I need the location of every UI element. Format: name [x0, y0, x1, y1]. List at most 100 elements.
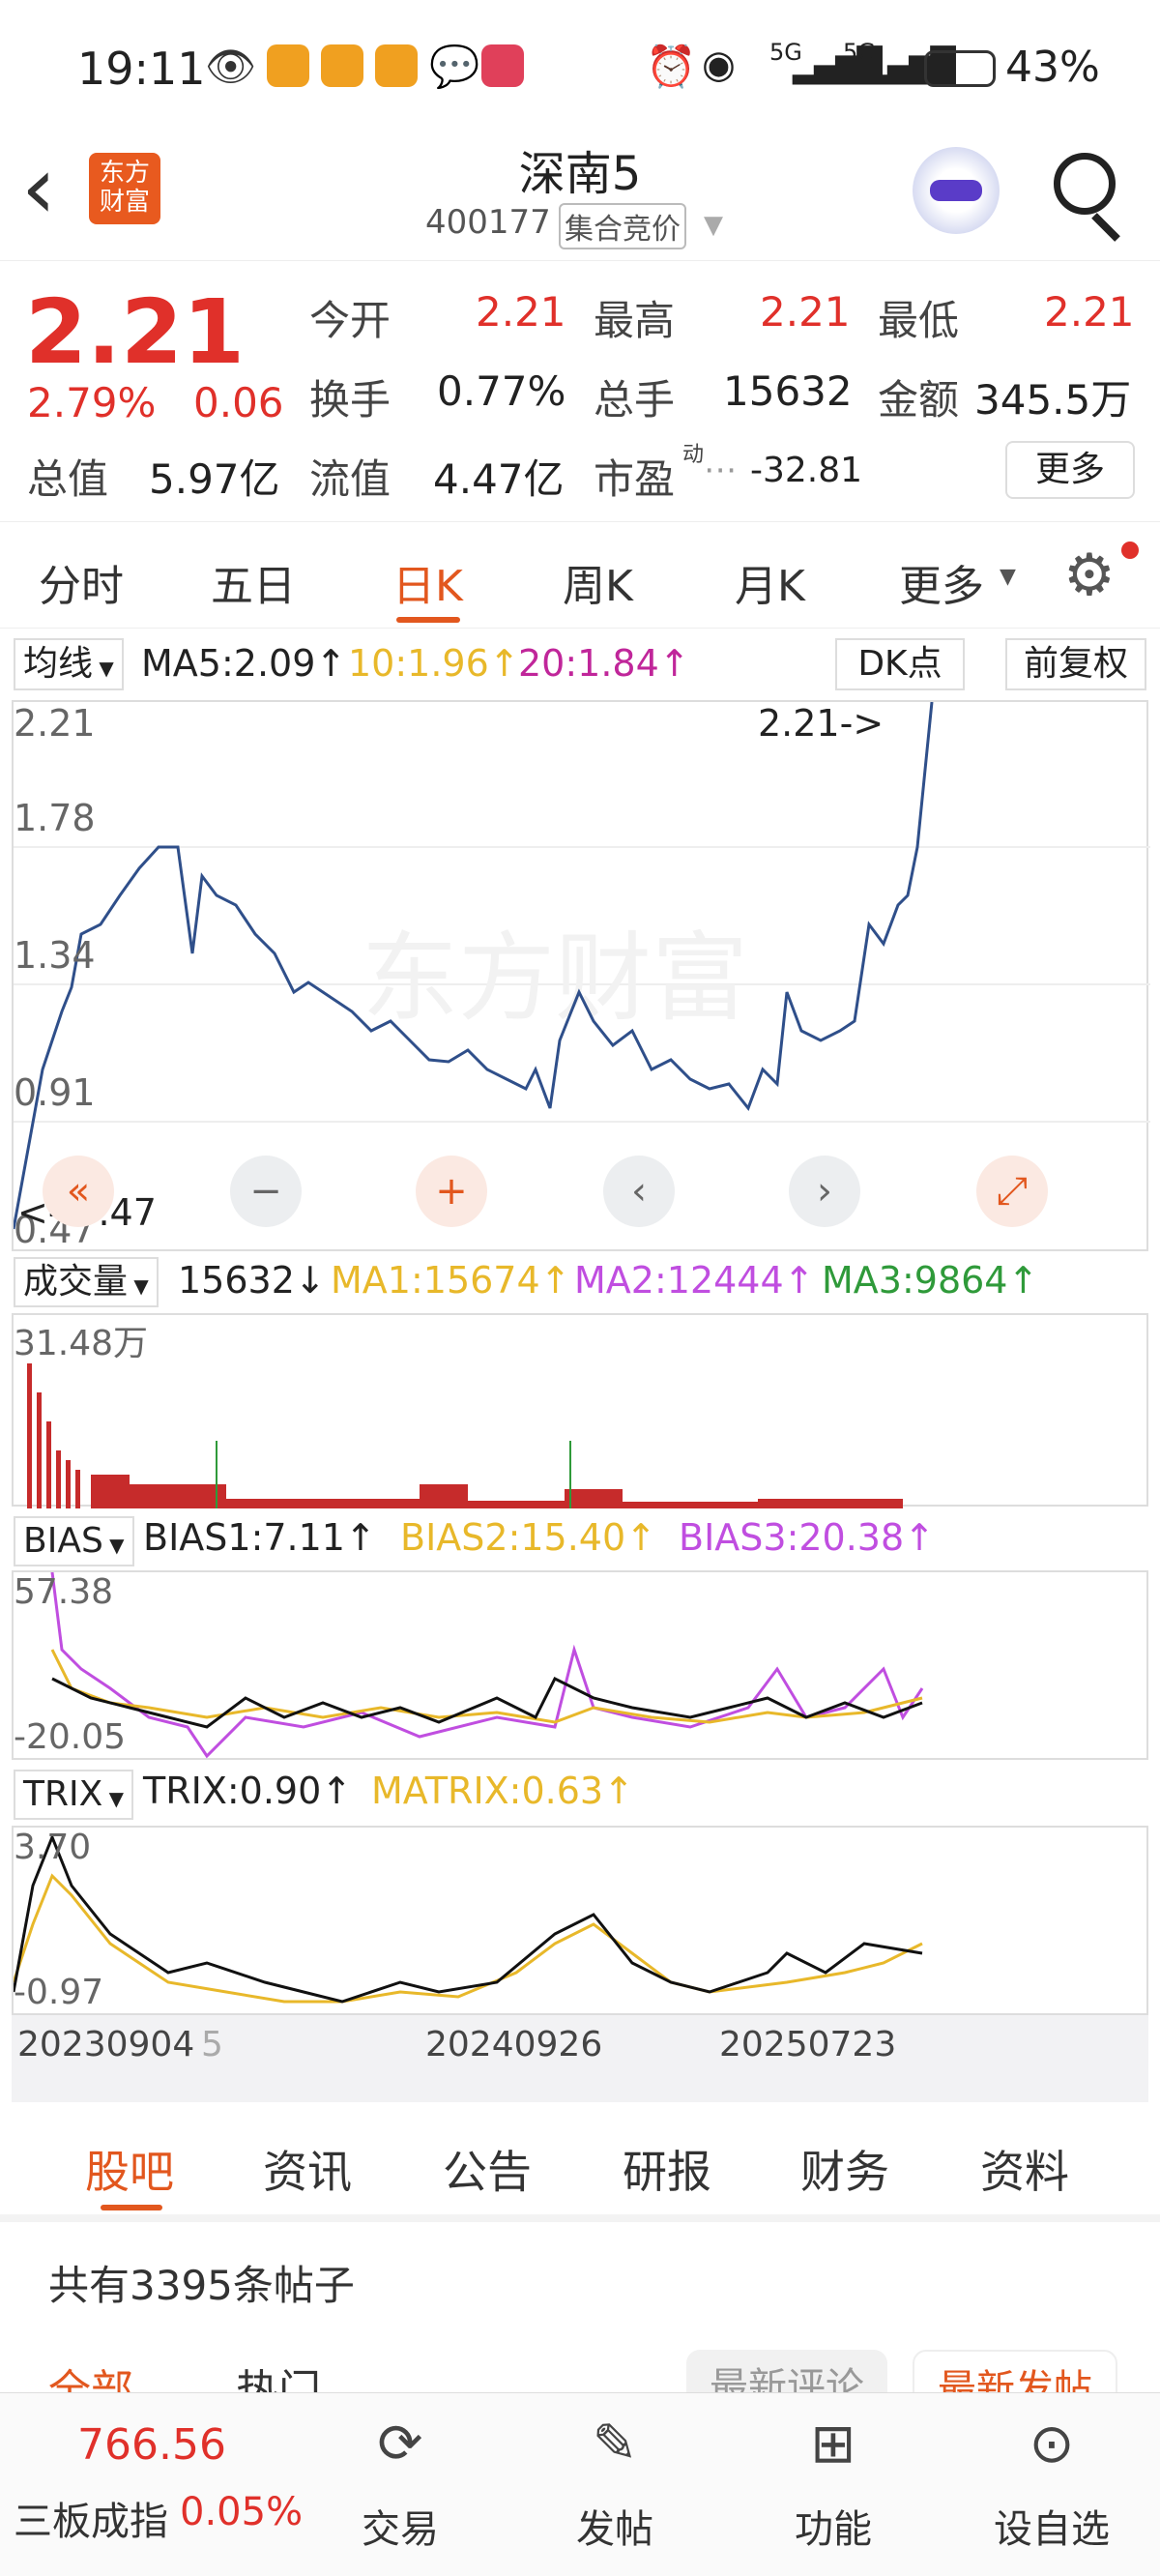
zoom-in-button[interactable]: +: [416, 1156, 487, 1227]
high-label: 最高: [594, 297, 676, 344]
caret-down-icon[interactable]: ▼: [704, 211, 723, 240]
auction-badge: 集合竞价: [559, 203, 686, 249]
quote-panel: 2.21 2.79% 0.06 今开 2.21 最高 2.21 最低 2.21 …: [0, 261, 1160, 522]
active-tab-indicator: [101, 2205, 162, 2210]
trix-plot[interactable]: 3.70 -0.97: [12, 1826, 1148, 2015]
bias2-label: BIAS2:15.40↑: [400, 1516, 656, 1559]
tab-more[interactable]: 更多: [899, 551, 984, 613]
pe-value: -32.81: [750, 451, 863, 490]
search-icon[interactable]: [1054, 153, 1116, 215]
filter-all[interactable]: 全部: [48, 2356, 133, 2392]
date-label-end: 20250723: [719, 2025, 897, 2064]
ma-selector[interactable]: 均线 ▼: [14, 638, 124, 690]
trade-button[interactable]: ⟳ 交易: [323, 2413, 478, 2554]
bias1-label: BIAS1:7.11↑: [143, 1516, 376, 1559]
ma20-label: 20:1.84↑: [518, 642, 690, 685]
turnover-value: 0.77%: [437, 367, 566, 415]
y-axis-max: 2.21: [14, 702, 96, 745]
volume-selector[interactable]: 成交量 ▼: [14, 1257, 159, 1307]
scroll-right-button[interactable]: ›: [789, 1156, 860, 1227]
adjust-button[interactable]: 前复权: [1005, 638, 1146, 690]
tab-profile[interactable]: 资料: [980, 2137, 1069, 2201]
vol-ma3: MA3:9864↑: [822, 1259, 1039, 1302]
tab-forum[interactable]: 股吧: [85, 2137, 174, 2201]
pe-dynamic-tag: 动: [682, 443, 705, 467]
battery-level: 43%: [1005, 43, 1100, 92]
high-value: 2.21: [760, 288, 851, 336]
clock: 19:11: [77, 43, 206, 95]
sort-latest-post[interactable]: 最新发帖: [913, 2350, 1117, 2392]
volume-y-max: 31.48万: [14, 1324, 149, 1363]
scroll-left-button[interactable]: ‹: [603, 1156, 675, 1227]
volume-selector-label: 成交量: [23, 1262, 129, 1302]
tab-finance[interactable]: 财务: [800, 2137, 889, 2201]
edit-icon: ✎: [592, 2413, 638, 2475]
weibo-icon: [375, 44, 418, 87]
bias-plot[interactable]: 57.38 -20.05: [12, 1570, 1148, 1760]
kline-plot[interactable]: 东方财富 2.21 1.78 1.34 0.91 0.47 2.21-> <--…: [12, 700, 1150, 1251]
video-app-icon: [481, 44, 524, 87]
robot-avatar-icon[interactable]: [913, 147, 1000, 234]
open-label: 今开: [309, 297, 392, 344]
bias-selector[interactable]: BIAS ▼: [14, 1516, 134, 1566]
functions-button[interactable]: ⊞ 功能: [756, 2413, 911, 2554]
scroll-left-fast-button[interactable]: «: [43, 1156, 114, 1227]
bias3-label: BIAS3:20.38↑: [679, 1516, 935, 1559]
trix-y-max: 3.70: [14, 1828, 92, 1867]
tab-weekly-k[interactable]: 周K: [563, 551, 633, 613]
low-value: 2.21: [1044, 288, 1135, 336]
post-button[interactable]: ✎ 发帖: [537, 2413, 692, 2554]
dk-point-button[interactable]: DK点: [835, 638, 965, 690]
open-value: 2.21: [476, 288, 566, 336]
bottom-toolbar: 766.56 三板成指 0.05% ⟳ 交易 ✎ 发帖 ⊞ 功能 ⊙ 设自选: [0, 2392, 1160, 2576]
tab-five-day[interactable]: 五日: [211, 551, 296, 613]
index-value[interactable]: 766.56: [77, 2420, 226, 2470]
wechat-icon: 💬: [429, 43, 480, 90]
date-label-fragment: 5: [201, 2025, 223, 2064]
alarm-icon: ⏰: [646, 43, 697, 90]
volume-label: 总手: [594, 376, 676, 424]
tab-news[interactable]: 资讯: [263, 2137, 352, 2201]
low-label: 最低: [878, 297, 960, 344]
turnover-label: 换手: [309, 376, 392, 424]
change-pct: 2.79%: [27, 379, 157, 426]
max-price-tag: 2.21->: [758, 702, 884, 745]
bias-y-min: -20.05: [14, 1717, 127, 1757]
active-tab-indicator: [396, 617, 460, 623]
more-button[interactable]: 更多: [1005, 441, 1135, 499]
forum-filter-bar: 全部 热门 最新评论 最新发帖: [0, 2340, 1160, 2392]
trix-y-min: -0.97: [14, 1973, 104, 2012]
tab-research[interactable]: 研报: [623, 2137, 711, 2201]
yen-refresh-icon: ⟳: [377, 2413, 423, 2475]
mktcap-label: 总值: [27, 455, 109, 503]
matrix-label: MATRIX:0.63↑: [371, 1770, 634, 1812]
more-circle-icon: ⊙: [1029, 2413, 1075, 2475]
tab-announcements[interactable]: 公告: [443, 2137, 532, 2201]
battery-icon: [924, 50, 996, 87]
y-axis-label: 0.91: [14, 1071, 96, 1114]
volume-plot[interactable]: 31.48万: [12, 1313, 1148, 1508]
search-icon-handle: [1091, 213, 1120, 242]
tab-intraday[interactable]: 分时: [39, 551, 124, 613]
eye-icon: 👁: [205, 43, 257, 90]
caret-down-icon[interactable]: ▼: [1000, 565, 1016, 589]
trix-selector[interactable]: TRIX ▼: [14, 1770, 134, 1820]
vol-ma2: MA2:12444↑: [574, 1259, 815, 1302]
zoom-out-button[interactable]: −: [230, 1156, 302, 1227]
stock-code: 400177: [425, 203, 551, 242]
index-name[interactable]: 三板成指: [14, 2490, 168, 2546]
weibo-icon: [267, 44, 309, 87]
fullscreen-button[interactable]: ⤢: [976, 1156, 1048, 1227]
add-watchlist-button[interactable]: ⊙ 设自选: [974, 2413, 1129, 2554]
float-value: 4.47亿: [433, 455, 565, 503]
tab-monthly-k[interactable]: 月K: [735, 551, 805, 613]
volume-value: 15632: [723, 367, 853, 415]
ma5-label: MA5:2.09↑: [141, 642, 347, 685]
stock-header: ‹ 东方 财富 深南5 400177 集合竞价 ▼: [0, 135, 1160, 261]
trix-selector-label: TRIX: [23, 1774, 103, 1814]
tab-daily-k[interactable]: 日K: [392, 551, 463, 613]
more-dots-icon[interactable]: ⋯: [704, 451, 737, 489]
sort-latest-comment[interactable]: 最新评论: [686, 2350, 887, 2392]
gear-icon[interactable]: ⚙: [1063, 542, 1116, 609]
filter-hot[interactable]: 热门: [236, 2356, 321, 2392]
